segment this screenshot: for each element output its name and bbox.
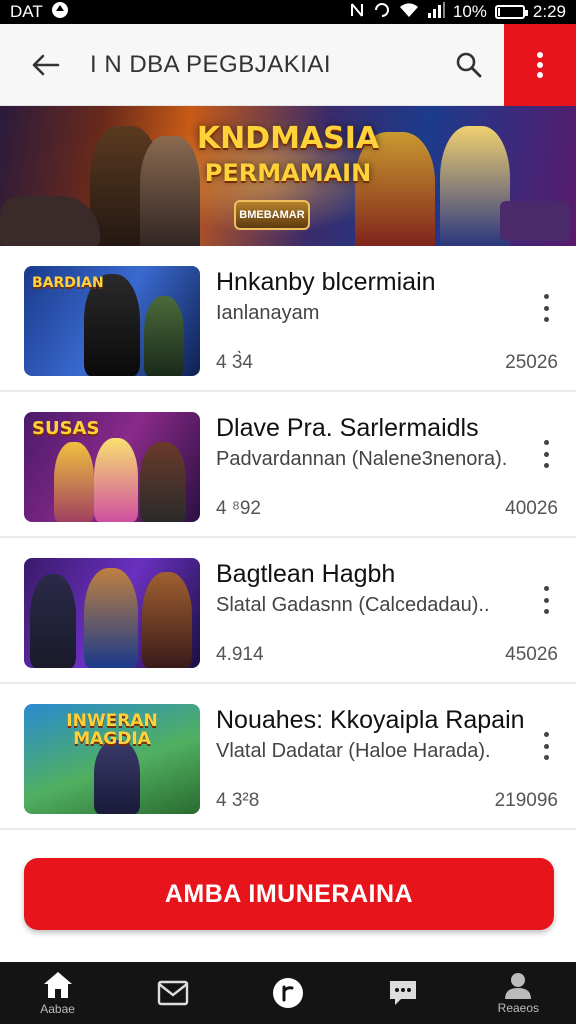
page-title: I N DBA PEGBJAKIAI (90, 50, 332, 78)
game-title: Dlave Pra. Sarlermaidls (216, 414, 479, 442)
thumb-figure (144, 296, 184, 376)
game-rating: 4 ⁸92 (216, 498, 261, 519)
thumb-title: SUSAS (32, 418, 100, 439)
signal-icon (427, 1, 445, 23)
game-rating: 4 3²8 (216, 790, 260, 811)
nav-label: Reaeos (497, 1001, 540, 1015)
game-title: Nouahes: Kkoyaipla Rapain (216, 706, 525, 734)
app-bar: I N DBA PEGBJAKIAI (0, 23, 576, 106)
game-thumbnail: INWERAN MAGDIA (24, 704, 200, 814)
mail-icon (157, 980, 188, 1006)
notification-icon (51, 1, 69, 24)
nfc-icon (349, 2, 365, 23)
list-item[interactable]: BARDIAN Hnkanby blcermiain Ianlanayam 4 … (0, 246, 576, 392)
thumb-figure (94, 438, 138, 522)
more-vertical-icon[interactable] (542, 586, 550, 614)
banner-device (500, 201, 570, 241)
game-count: 40026 (505, 498, 558, 519)
game-thumbnail (24, 558, 200, 668)
game-thumbnail: SUSAS (24, 412, 200, 522)
list-item[interactable]: SUSAS Dlave Pra. Sarlermaidls Padvardann… (0, 392, 576, 538)
game-count: 219096 (494, 790, 558, 811)
nav-item-center[interactable] (238, 962, 338, 1024)
status-bar: DAT 10% 2:29 (0, 0, 576, 24)
game-thumbnail: BARDIAN (24, 266, 200, 376)
battery-icon (494, 5, 528, 19)
game-subtitle: Vlatal Dadatar (Haloe Harada). (216, 740, 491, 762)
more-options-button[interactable] (504, 23, 576, 106)
game-count: 45026 (505, 644, 558, 665)
battery-level-fill (497, 8, 500, 16)
banner-title-line1: KNDMASIA (196, 121, 380, 156)
banner-title: KNDMASIA PERMAMAIN (188, 122, 388, 190)
more-vertical-icon[interactable] (542, 732, 550, 760)
game-count: 25026 (505, 352, 558, 373)
wifi-icon (399, 2, 419, 23)
game-subtitle: Ianlanayam (216, 302, 320, 324)
chat-icon (390, 981, 417, 1005)
carrier-text: DAT (10, 2, 43, 21)
search-button[interactable] (434, 24, 504, 106)
sync-icon (373, 2, 391, 23)
bottom-nav: Aabae Reaeos (0, 962, 576, 1024)
battery-percent: 10% (452, 2, 487, 21)
profile-icon (505, 973, 532, 999)
nav-item-chat[interactable] (353, 962, 453, 1024)
home-icon (43, 972, 72, 998)
banner-title-line2: PERMAMAIN (204, 159, 372, 187)
more-vertical-icon (537, 51, 543, 78)
game-subtitle: Padvardannan (Nalene3nenora). (216, 448, 508, 470)
game-title: Hnkanby blcermiain (216, 268, 436, 296)
thumb-figure (84, 568, 138, 668)
game-subtitle: Slatal Gadasnn (Calcedadau).. (216, 594, 490, 616)
list-item[interactable]: Bagtlean Hagbh Slatal Gadasnn (Calcedada… (0, 538, 576, 684)
game-rating: 4 3̀4 (216, 352, 253, 373)
thumb-figure (30, 574, 76, 668)
circle-r-icon (272, 978, 303, 1008)
featured-banner[interactable]: KNDMASIA PERMAMAIN BMEBAMAR (0, 106, 576, 246)
thumb-title: INWERAN MAGDIA (66, 711, 158, 749)
game-list: BARDIAN Hnkanby blcermiain Ianlanayam 4 … (0, 246, 576, 830)
nav-item-profile[interactable]: Reaeos (468, 962, 568, 1024)
more-vertical-icon[interactable] (542, 294, 550, 322)
search-icon (456, 52, 482, 77)
thumb-title: BARDIAN (32, 275, 104, 291)
thumb-figure (142, 572, 192, 668)
nav-label: Aabae (40, 1002, 75, 1016)
nav-item-home[interactable]: Aabae (8, 962, 108, 1024)
more-vertical-icon[interactable] (542, 440, 550, 468)
game-title: Bagtlean Hagbh (216, 560, 396, 588)
game-rating: 4.914 (216, 644, 264, 665)
back-button[interactable] (0, 24, 90, 106)
primary-action-button[interactable]: AMBA IMUNERAINA (24, 858, 554, 930)
arrow-left-icon (32, 54, 60, 75)
thumb-figure (140, 442, 186, 522)
banner-car (0, 196, 100, 246)
thumb-figure (54, 442, 94, 522)
nav-item-mail[interactable] (123, 962, 223, 1024)
thumb-figure (94, 740, 140, 814)
banner-badge: BMEBAMAR (234, 200, 310, 230)
clock: 2:29 (532, 2, 566, 21)
list-item[interactable]: INWERAN MAGDIA Nouahes: Kkoyaipla Rapain… (0, 684, 576, 830)
